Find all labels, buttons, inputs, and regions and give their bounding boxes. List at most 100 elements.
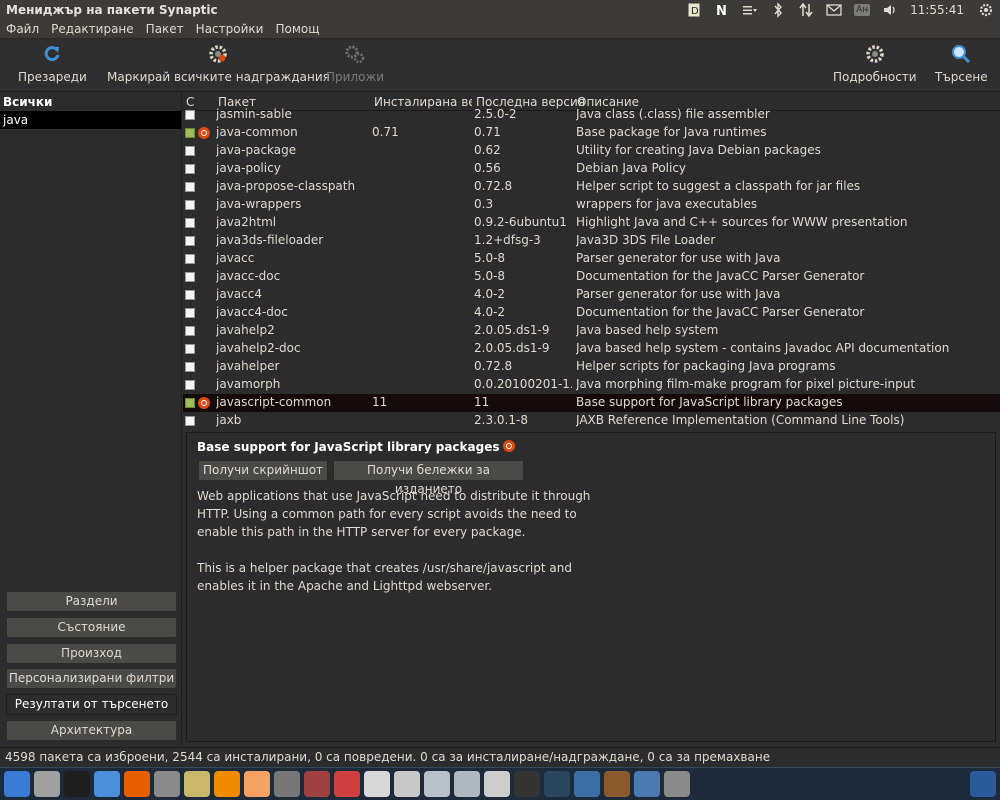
package-row[interactable]: java-package 0.62 Utility for creating Jav… bbox=[183, 142, 1000, 160]
package-checkbox[interactable] bbox=[185, 254, 195, 264]
apply-button[interactable]: Приложи bbox=[326, 44, 384, 84]
package-row[interactable]: javahelp2 2.0.05.ds1-9 Java based help sys… bbox=[183, 322, 1000, 340]
scanner-icon[interactable] bbox=[424, 771, 450, 797]
installer-icon[interactable] bbox=[184, 771, 210, 797]
package-checkbox[interactable] bbox=[185, 146, 195, 156]
scanner2-icon[interactable] bbox=[454, 771, 480, 797]
get-changelog-button[interactable]: Получи бележки за изданието bbox=[333, 460, 524, 496]
terminal-icon[interactable] bbox=[64, 771, 90, 797]
library-icon[interactable] bbox=[304, 771, 330, 797]
package-checkbox[interactable] bbox=[185, 110, 195, 120]
package-row[interactable]: java-propose-classpath 0.72.8 Helper scrip… bbox=[183, 178, 1000, 196]
custom-filters-button[interactable]: Персонализирани филтри bbox=[6, 668, 177, 689]
status-button[interactable]: Състояние bbox=[6, 617, 177, 638]
keyboard-layout-indicator[interactable]: Ан bbox=[853, 2, 871, 18]
latest-version: 0.71 bbox=[474, 125, 501, 139]
printer-icon[interactable] bbox=[394, 771, 420, 797]
package-row[interactable]: javamorph 0.0.20100201-1.3 Java morphing f… bbox=[183, 376, 1000, 394]
package-checkbox[interactable] bbox=[185, 218, 195, 228]
mail-icon[interactable] bbox=[825, 2, 843, 18]
document-icon[interactable] bbox=[364, 771, 390, 797]
pencils-icon[interactable] bbox=[334, 771, 360, 797]
package-row[interactable]: javacc4 4.0-2 Parser generator for use wit… bbox=[183, 286, 1000, 304]
package-checkbox[interactable] bbox=[185, 344, 195, 354]
reload-button[interactable]: Презареди bbox=[18, 44, 87, 84]
firefox-icon[interactable] bbox=[124, 771, 150, 797]
package-name: jasmin-sable bbox=[216, 107, 292, 121]
tray-menu-icon[interactable] bbox=[741, 2, 759, 18]
search-button[interactable]: Търсене bbox=[935, 44, 988, 84]
package-checkbox[interactable] bbox=[185, 398, 195, 408]
clock[interactable]: 11:55:41 bbox=[910, 3, 964, 17]
search-icon bbox=[951, 44, 971, 64]
package-row[interactable]: java2html 0.9.2-6ubuntu1 Highlight Java an… bbox=[183, 214, 1000, 232]
package-checkbox[interactable] bbox=[185, 416, 195, 426]
network-icon[interactable] bbox=[797, 2, 815, 18]
tray-n-icon[interactable]: N bbox=[713, 2, 731, 18]
properties-gear-icon bbox=[865, 44, 885, 64]
menu-file[interactable]: Файл bbox=[0, 22, 45, 36]
menu-icon[interactable] bbox=[4, 771, 30, 797]
mark-all-upgrades-button[interactable]: Маркирай всичките надграждания bbox=[107, 44, 330, 84]
package-checkbox[interactable] bbox=[185, 164, 195, 174]
package-checkbox[interactable] bbox=[185, 308, 195, 318]
orange-icon[interactable] bbox=[244, 771, 270, 797]
architecture-button[interactable]: Архитектура bbox=[6, 720, 177, 741]
bluetooth-icon[interactable] bbox=[769, 2, 787, 18]
origin-button[interactable]: Произход bbox=[6, 643, 177, 664]
package-row[interactable]: java3ds-fileloader 1.2+dfsg-3 Java3D 3DS F… bbox=[183, 232, 1000, 250]
taskbar bbox=[0, 767, 1000, 800]
package-row[interactable]: java-policy 0.56 Debian Java Policy bbox=[183, 160, 1000, 178]
package-row[interactable]: java-wrappers 0.3 wrappers for java execut… bbox=[183, 196, 1000, 214]
viewer-icon[interactable] bbox=[574, 771, 600, 797]
volume-icon[interactable] bbox=[881, 2, 899, 18]
disc-icon[interactable] bbox=[484, 771, 510, 797]
package-row[interactable]: jasmin-sable 2.5.0-2 Java class (.class) f… bbox=[183, 106, 1000, 124]
package-row[interactable]: jaxb 2.3.0.1-8 JAXB Reference Implementati… bbox=[183, 412, 1000, 429]
chromium-icon[interactable] bbox=[94, 771, 120, 797]
clipboard-icon[interactable] bbox=[154, 771, 180, 797]
menu-package[interactable]: Пакет bbox=[140, 22, 190, 36]
show-desktop-icon[interactable] bbox=[970, 771, 996, 797]
package-row[interactable]: javacc4-doc 4.0-2 Documentation for the Ja… bbox=[183, 304, 1000, 322]
screen-icon[interactable] bbox=[634, 771, 660, 797]
package-row[interactable]: javascript-common 11 11 Base support for Ja… bbox=[183, 394, 1000, 412]
properties-button[interactable]: Подробности bbox=[833, 44, 917, 84]
package-name: javacc4-doc bbox=[216, 305, 288, 319]
package-description: Java morphing film-make program for pixe… bbox=[576, 377, 916, 391]
filter-item-java[interactable]: java bbox=[0, 111, 181, 129]
package-list[interactable]: С Пакет Инсталирана верс Последна версия… bbox=[183, 93, 1000, 429]
sections-button[interactable]: Раздели bbox=[6, 591, 177, 612]
help-icon[interactable] bbox=[664, 771, 690, 797]
tray-app-icon[interactable]: D bbox=[685, 2, 703, 18]
package-row[interactable]: javacc-doc 5.0-8 Documentation for the Jav… bbox=[183, 268, 1000, 286]
package-row[interactable]: javahelp2-doc 2.0.05.ds1-9 Java based help… bbox=[183, 340, 1000, 358]
package-description: Base support for JavaScript library pack… bbox=[576, 395, 843, 409]
files-icon[interactable] bbox=[34, 771, 60, 797]
package-checkbox[interactable] bbox=[185, 236, 195, 246]
package-checkbox[interactable] bbox=[185, 290, 195, 300]
package-checkbox[interactable] bbox=[185, 182, 195, 192]
package-checkbox[interactable] bbox=[185, 200, 195, 210]
latest-version: 2.5.0-2 bbox=[474, 107, 517, 121]
package-checkbox[interactable] bbox=[185, 272, 195, 282]
package-row[interactable]: java-common 0.71 0.71 Base package for Java… bbox=[183, 124, 1000, 142]
package-checkbox[interactable] bbox=[185, 326, 195, 336]
menu-settings[interactable]: Настройки bbox=[190, 22, 270, 36]
vlc-icon[interactable] bbox=[214, 771, 240, 797]
game-icon[interactable] bbox=[604, 771, 630, 797]
steam-icon[interactable] bbox=[544, 771, 570, 797]
package-checkbox[interactable] bbox=[185, 362, 195, 372]
package-row[interactable]: javahelper 0.72.8 Helper scripts for packa… bbox=[183, 358, 1000, 376]
search-results-button[interactable]: Резултати от търсенето bbox=[6, 694, 177, 715]
menu-edit[interactable]: Редактиране bbox=[45, 22, 140, 36]
package-description: Java based help system - contains Javado… bbox=[576, 341, 950, 355]
menu-help[interactable]: Помощ bbox=[269, 22, 325, 36]
mail-icon[interactable] bbox=[514, 771, 540, 797]
get-screenshot-button[interactable]: Получи скрийншот bbox=[198, 460, 328, 481]
settings-icon[interactable] bbox=[274, 771, 300, 797]
package-checkbox[interactable] bbox=[185, 380, 195, 390]
power-gear-icon[interactable] bbox=[977, 2, 995, 18]
package-row[interactable]: javacc 5.0-8 Parser generator for use with… bbox=[183, 250, 1000, 268]
package-checkbox[interactable] bbox=[185, 128, 195, 138]
